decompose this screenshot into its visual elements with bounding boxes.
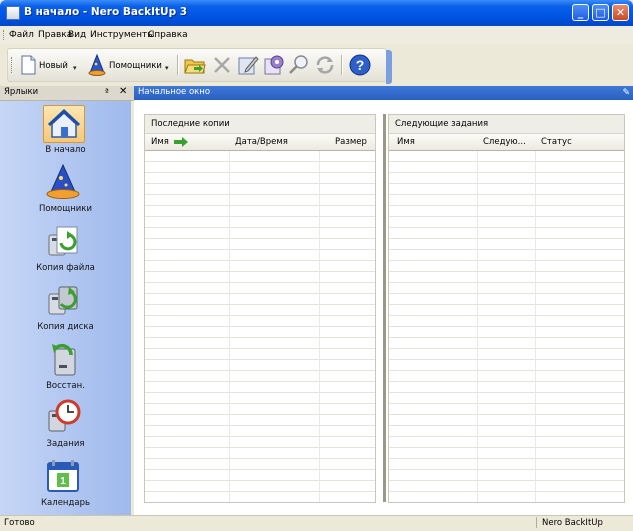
- recent-backups-list[interactable]: [145, 151, 375, 502]
- column-divider: [535, 151, 536, 502]
- toolbar: Новый ▾ Помощники ▾ ?: [0, 44, 633, 86]
- sidebar-item-disk-backup[interactable]: Копия диска: [0, 280, 131, 338]
- minimize-button[interactable]: _: [572, 4, 589, 21]
- column-header-size[interactable]: Размер: [319, 134, 376, 151]
- restore-icon: [43, 341, 83, 377]
- app-icon: [6, 6, 20, 20]
- panel-title-text: Следующие задания: [395, 119, 489, 129]
- sidebar-title: Ярлыки: [4, 87, 39, 97]
- toolbar-overflow-icon[interactable]: [386, 50, 392, 84]
- recent-backups-panel: Последние копии Имя Дата/Время Размер: [144, 114, 376, 503]
- disk-backup-icon: [43, 282, 83, 318]
- header-wizard-icon[interactable]: ✎: [622, 88, 630, 98]
- calendar-icon: 1: [43, 458, 83, 494]
- sidebar-item-label: Восстан.: [46, 381, 85, 391]
- column-header-label: Следую...: [483, 137, 526, 147]
- column-header-name[interactable]: Имя: [145, 134, 230, 151]
- menu-file[interactable]: Файл: [9, 30, 34, 40]
- sidebar-header: Ярлыки ª ✕: [0, 86, 134, 101]
- main-title: Начальное окно: [138, 87, 211, 97]
- new-button-label: Новый: [39, 61, 68, 71]
- toolbar-separator: [341, 55, 343, 75]
- sort-arrow-icon: [174, 137, 188, 147]
- column-divider: [229, 151, 230, 502]
- column-divider: [477, 151, 478, 502]
- wizards-button[interactable]: Помощники ▾: [86, 53, 174, 77]
- column-header-label: Дата/Время: [235, 137, 288, 147]
- edit-icon[interactable]: [237, 54, 259, 76]
- column-header-label: Имя: [397, 137, 415, 147]
- search-icon[interactable]: [288, 54, 310, 76]
- svg-text:?: ?: [356, 57, 365, 73]
- status-app-name: Nero BackItUp: [536, 517, 627, 528]
- panel-title-text: Последние копии: [151, 119, 230, 129]
- menu-view[interactable]: Вид: [68, 30, 86, 40]
- next-jobs-title: Следующие задания: [389, 115, 624, 134]
- sidebar-item-jobs[interactable]: Задания: [0, 397, 131, 455]
- window-title: В начало - Nero BackItUp 3: [24, 6, 188, 18]
- column-header-datetime[interactable]: Дата/Время: [229, 134, 320, 151]
- column-header-label: Статус: [541, 137, 572, 147]
- sidebar-body: В начало Помощники Копия файла Копия дис…: [0, 101, 134, 515]
- toolbar-grip[interactable]: [11, 57, 14, 73]
- column-header-name[interactable]: Имя: [389, 134, 478, 151]
- properties-icon[interactable]: [263, 54, 285, 76]
- main-panel: Начальное окно ✎ Последние копии Имя Дат…: [134, 86, 633, 515]
- status-bar: Готово Nero BackItUp: [0, 515, 633, 531]
- sidebar-item-label: Задания: [46, 439, 85, 449]
- sidebar-item-label: Копия диска: [37, 322, 94, 332]
- minimize-icon: _: [577, 6, 584, 19]
- new-button[interactable]: Новый ▾: [18, 53, 80, 77]
- column-header-next[interactable]: Следую...: [477, 134, 536, 151]
- sidebar-item-label: Календарь: [41, 498, 90, 508]
- toolbar-separator: [177, 55, 179, 75]
- maximize-icon: □: [595, 6, 606, 19]
- sidebar-item-restore[interactable]: Восстан.: [0, 339, 131, 397]
- main-header: Начальное окно ✎: [134, 86, 633, 100]
- column-header-label: Имя: [151, 137, 169, 147]
- close-icon: ✕: [615, 6, 626, 19]
- menu-tools[interactable]: Инструменты: [90, 30, 154, 40]
- sidebar-item-label: В начало: [45, 145, 86, 155]
- shortcuts-sidebar: Ярлыки ª ✕ В начало Помощники Копия файл…: [0, 86, 134, 515]
- wizard-icon: [88, 54, 106, 76]
- refresh-icon[interactable]: [314, 54, 336, 76]
- wizards-dropdown-icon[interactable]: ▾: [165, 64, 169, 72]
- menu-grip[interactable]: [3, 30, 6, 40]
- sidebar-item-label: Помощники: [39, 204, 92, 214]
- svg-text:1: 1: [60, 476, 66, 487]
- recent-backups-title: Последние копии: [145, 115, 375, 134]
- new-dropdown-icon[interactable]: ▾: [73, 64, 77, 72]
- delete-icon[interactable]: [212, 55, 232, 75]
- column-divider: [319, 151, 320, 502]
- title-bar: В начало - Nero BackItUp 3 _ □ ✕: [0, 0, 633, 26]
- wizard-hat-icon: [43, 163, 83, 200]
- column-header-label: Размер: [335, 137, 367, 147]
- new-doc-icon: [21, 55, 36, 75]
- home-icon: [43, 105, 85, 143]
- status-text: Готово: [4, 518, 35, 528]
- column-header-status[interactable]: Статус: [535, 134, 624, 151]
- pin-icon[interactable]: ª: [105, 87, 109, 96]
- sidebar-item-file-backup[interactable]: Копия файла: [0, 221, 131, 279]
- sidebar-close-icon[interactable]: ✕: [119, 86, 127, 97]
- jobs-clock-icon: [43, 399, 83, 435]
- open-folder-icon[interactable]: [184, 54, 206, 76]
- maximize-button[interactable]: □: [592, 4, 609, 21]
- file-backup-icon: [43, 223, 83, 259]
- sidebar-item-label: Копия файла: [36, 263, 95, 273]
- toolbar-strip: Новый ▾ Помощники ▾ ?: [7, 48, 387, 82]
- sidebar-item-wizards[interactable]: Помощники: [0, 162, 131, 220]
- next-jobs-panel: Следующие задания Имя Следую... Статус: [388, 114, 625, 503]
- status-app-label: Nero BackItUp: [542, 518, 603, 528]
- menu-bar: Файл Правка Вид Инструменты Справка: [0, 26, 633, 44]
- help-icon[interactable]: ?: [348, 53, 372, 77]
- close-button[interactable]: ✕: [612, 4, 629, 21]
- menu-help[interactable]: Справка: [148, 30, 188, 40]
- wizards-button-label: Помощники: [109, 61, 162, 71]
- sidebar-item-home[interactable]: В начало: [0, 103, 131, 161]
- panel-splitter[interactable]: [383, 114, 386, 502]
- sidebar-item-calendar[interactable]: 1 Календарь: [0, 456, 131, 514]
- next-jobs-list[interactable]: [389, 151, 624, 502]
